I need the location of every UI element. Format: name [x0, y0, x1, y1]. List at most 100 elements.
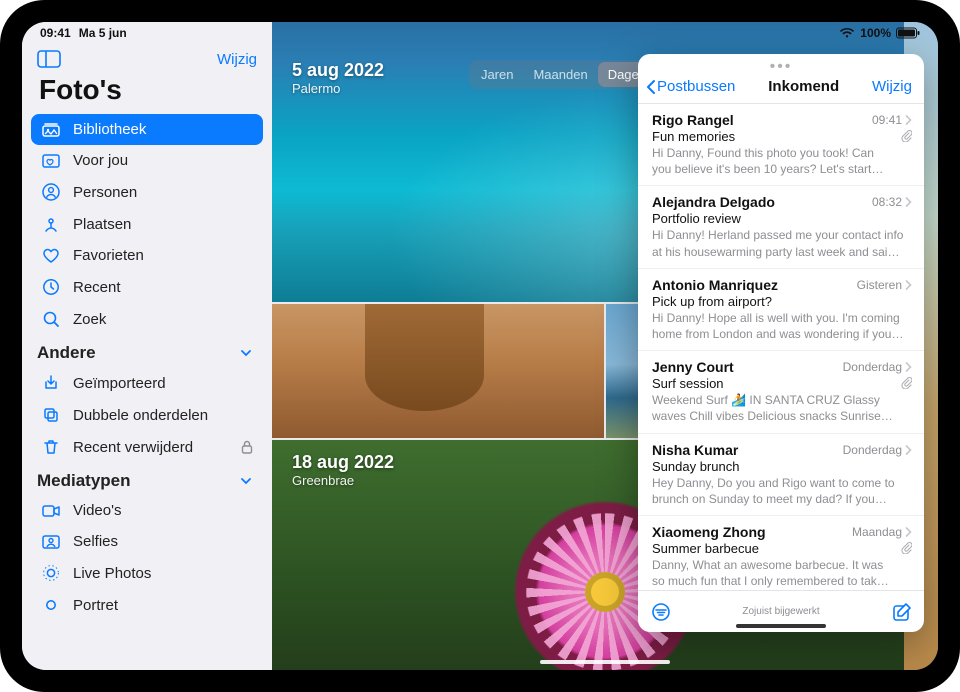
mail-time: Donderdag	[843, 443, 912, 457]
mail-subject: Fun memories	[652, 129, 895, 144]
photo-place: Palermo	[292, 81, 384, 96]
attachment-icon	[901, 377, 912, 389]
mail-preview: Danny, What an awesome barbecue. It was …	[652, 557, 895, 589]
mail-sender: Alejandra Delgado	[652, 194, 775, 210]
sidebar-item-label: Recent verwijderd	[73, 439, 193, 456]
sidebar-item-foryou[interactable]: Voor jou	[31, 145, 263, 176]
mail-item[interactable]: Antonio Manriquez Gisteren Pick up from a…	[638, 269, 924, 351]
mail-preview: Hi Danny, Found this photo you took! Can…	[652, 145, 895, 177]
mail-status-text: Zojuist bijgewerkt	[638, 606, 924, 617]
mail-subject: Pick up from airport?	[652, 294, 906, 309]
sidebar-toggle-icon[interactable]	[37, 50, 61, 68]
mail-sender: Xiaomeng Zhong	[652, 524, 766, 540]
sidebar-item-label: Zoek	[73, 311, 106, 328]
attachment-icon	[901, 130, 912, 142]
screen: 09:41 Ma 5 jun 100% Wijzig Foto's	[22, 22, 938, 670]
sidebar-item-imported[interactable]: Geïmporteerd	[31, 367, 263, 399]
mail-subject: Surf session	[652, 376, 895, 391]
mail-sender: Nisha Kumar	[652, 442, 738, 458]
photo-thumb[interactable]	[272, 304, 604, 438]
mail-preview: Hey Danny, Do you and Rigo want to come …	[652, 475, 906, 507]
sidebar-item-label: Personen	[73, 184, 137, 201]
chevron-right-icon	[905, 280, 912, 290]
mail-subject: Portfolio review	[652, 211, 906, 226]
mail-item[interactable]: Xiaomeng ZhongMaandag Summer barbecueDan…	[638, 516, 924, 590]
segment-months[interactable]: Maanden	[523, 62, 597, 87]
sidebar-item-portrait[interactable]: Portret	[31, 589, 263, 621]
mail-item[interactable]: Jenny CourtDonderdag Surf sessionWeekend…	[638, 351, 924, 433]
duplicate-icon	[41, 406, 61, 424]
sidebar-item-label: Geïmporteerd	[73, 375, 166, 392]
import-icon	[41, 374, 61, 392]
mail-sender: Rigo Rangel	[652, 112, 734, 128]
sidebar-item-label: Portret	[73, 597, 118, 614]
sidebar-item-label: Live Photos	[73, 565, 151, 582]
sidebar-item-label: Dubbele onderdelen	[73, 407, 208, 424]
chevron-right-icon	[905, 115, 912, 125]
sidebar-edit-button[interactable]: Wijzig	[217, 51, 257, 68]
home-indicator[interactable]	[540, 660, 670, 664]
wifi-icon	[839, 27, 855, 39]
mail-back-label: Postbussen	[657, 78, 735, 95]
mail-item[interactable]: Nisha KumarDonderdag Sunday brunchHey Da…	[638, 434, 924, 516]
sidebar-item-people[interactable]: Personen	[31, 176, 263, 208]
mail-time: Gisteren	[857, 278, 912, 292]
foryou-icon	[41, 154, 61, 168]
sidebar-item-duplicates[interactable]: Dubbele onderdelen	[31, 399, 263, 431]
video-icon	[41, 504, 61, 518]
status-time: 09:41	[40, 26, 71, 40]
mail-slideover[interactable]: ••• Postbussen Inkomend Wijzig Rigo Rang…	[638, 54, 924, 632]
time-segmented-control[interactable]: Jaren Maanden Dagen	[469, 60, 658, 89]
sidebar-item-search[interactable]: Zoek	[31, 303, 263, 335]
mail-preview: Hi Danny! Hope all is well with you. I'm…	[652, 310, 906, 342]
sidebar-section-label: Andere	[37, 343, 96, 363]
status-bar: 09:41 Ma 5 jun 100%	[22, 22, 938, 44]
chevron-left-icon	[646, 79, 656, 95]
sidebar-item-recent[interactable]: Recent	[31, 271, 263, 303]
sidebar-item-label: Recent	[73, 279, 121, 296]
status-date: Ma 5 jun	[79, 26, 127, 40]
heart-icon	[41, 248, 61, 264]
chevron-right-icon	[905, 445, 912, 455]
sidebar-item-videos[interactable]: Video's	[31, 495, 263, 526]
sidebar-section-mediatypes[interactable]: Mediatypen	[31, 463, 263, 495]
portrait-icon	[41, 596, 61, 614]
sidebar-item-library[interactable]: Bibliotheek	[31, 114, 263, 145]
mail-back-button[interactable]: Postbussen	[646, 78, 735, 95]
mail-item[interactable]: Alejandra Delgado08:32 Portfolio reviewH…	[638, 186, 924, 268]
mail-time: Maandag	[852, 525, 912, 539]
sidebar-item-places[interactable]: Plaatsen	[31, 208, 263, 240]
sidebar-item-label: Selfies	[73, 533, 118, 550]
chevron-right-icon	[905, 362, 912, 372]
mail-edit-button[interactable]: Wijzig	[872, 78, 912, 95]
sidebar-item-label: Plaatsen	[73, 216, 131, 233]
battery-percent: 100%	[860, 26, 891, 40]
clock-icon	[41, 278, 61, 296]
app-title: Foto's	[31, 72, 263, 114]
slideover-grabber-icon[interactable]: •••	[770, 58, 793, 76]
slideover-home-indicator[interactable]	[736, 624, 826, 628]
mail-title: Inkomend	[768, 78, 839, 95]
attachment-icon	[901, 542, 912, 554]
mail-sender: Antonio Manriquez	[652, 277, 778, 293]
photo-group-label: 18 aug 2022 Greenbrae	[292, 452, 394, 488]
selfie-icon	[41, 535, 61, 549]
sidebar-item-label: Bibliotheek	[73, 121, 146, 138]
segment-years[interactable]: Jaren	[471, 62, 524, 87]
sidebar-item-recently-deleted[interactable]: Recent verwijderd	[31, 431, 263, 463]
mail-time: Donderdag	[843, 360, 912, 374]
sidebar-item-livephotos[interactable]: Live Photos	[31, 557, 263, 589]
sidebar-item-favorites[interactable]: Favorieten	[31, 240, 263, 271]
sidebar-section-other[interactable]: Andere	[31, 335, 263, 367]
mail-preview: Hi Danny! Herland passed me your contact…	[652, 227, 906, 259]
mail-list[interactable]: Rigo Rangel 09:41 Fun memoriesHi Danny, F…	[638, 104, 924, 590]
photo-group-label: 5 aug 2022 Palermo	[292, 60, 384, 96]
photo-date: 18 aug 2022	[292, 452, 394, 473]
sidebar-item-label: Favorieten	[73, 247, 144, 264]
photo-place: Greenbrae	[292, 473, 394, 488]
battery-icon	[896, 27, 920, 39]
sidebar-item-selfies[interactable]: Selfies	[31, 526, 263, 557]
mail-item[interactable]: Rigo Rangel 09:41 Fun memoriesHi Danny, F…	[638, 104, 924, 186]
photo-date: 5 aug 2022	[292, 60, 384, 81]
mail-time: 09:41	[872, 113, 912, 127]
